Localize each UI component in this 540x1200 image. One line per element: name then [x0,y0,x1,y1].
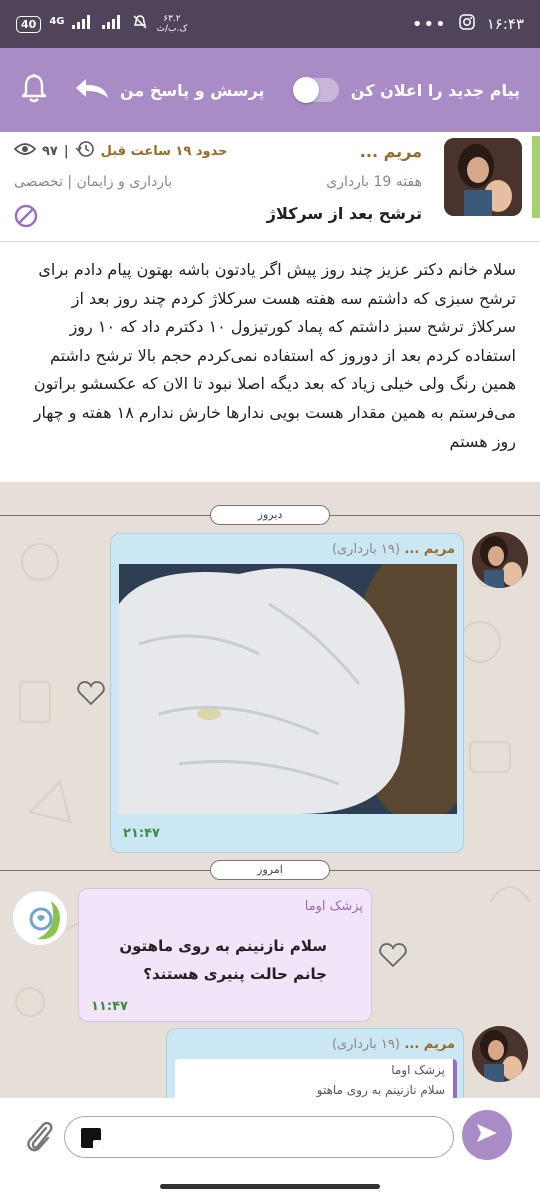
message-time: ۱۱:۴۷ [91,999,128,1014]
status-bar: 40 4G ۶۳.۲ ک.ب/ث ••• ۱۶:۴۳ [0,0,540,48]
message-time: ۲۱:۴۷ [123,826,160,841]
attach-icon[interactable] [24,1118,54,1158]
post-meta: ۹۷ | حدود ۱۹ ساعت قبل [13,140,228,162]
post-header: مریم ... هفته 19 بارداری ترشح بعد از سرک… [0,132,540,242]
top-bar: پرسش و پاسخ من پیام جدید را اعلان کن [0,48,540,132]
battery-icon: 40 [16,15,42,33]
doctor-avatar[interactable] [12,890,68,946]
network-type: 4G [49,15,65,27]
history-icon [75,140,95,162]
signal-icon [72,15,94,33]
message-bubble-text[interactable]: پزشک اوما سلام نازنینم به روی ماهتون جان… [78,888,372,1022]
send-icon [475,1122,499,1148]
signal-icon-2 [102,15,124,33]
message-bubble-image[interactable]: مریم ... (۱۹ بارداری) ۲۱:۴۷ [110,533,464,853]
like-icon[interactable] [379,942,407,972]
send-button[interactable] [462,1110,512,1160]
qa-label: پرسش و پاسخ من [120,80,265,100]
quoted-text: سلام نازنینم به روی ماهتو [316,1083,445,1097]
message-photo[interactable] [119,564,457,814]
instagram-icon [458,14,475,34]
sticker-icon[interactable] [79,1126,103,1154]
toggle-knob [292,77,319,103]
message-sender: مریم ... (۱۹ بارداری) [332,1037,455,1052]
clock: ۱۶:۴۳ [486,15,524,33]
message-text-line2: جانم حالت پنیری هستند؟ [143,965,327,983]
time-ago: حدود ۱۹ ساعت قبل [100,143,228,159]
date-yesterday: دیروز [210,505,330,525]
notify-label: پیام جدید را اعلان کن [350,80,520,100]
home-indicator [160,1184,380,1189]
sender-name: مریم ... [404,542,455,557]
accent-bar [532,136,540,218]
author-avatar[interactable] [444,138,522,216]
composer-bar [0,1098,540,1200]
qa-link[interactable]: پرسش و پاسخ من [74,77,265,103]
user-avatar[interactable] [472,1026,528,1082]
post-author[interactable]: مریم ... [360,142,422,161]
data-speed-unit: ک.ب/ث [156,24,188,34]
more-icon: ••• [411,13,447,35]
message-text-line1: سلام نازنینم به روی ماهتون [119,937,327,955]
sender-week: (۱۹ بارداری) [331,1037,400,1052]
post-body: سلام خانم دکتر عزیز چند روز پیش اگر یادت… [0,242,540,482]
message-input[interactable] [64,1116,454,1158]
data-speed: ۶۳.۲ ک.ب/ث [156,14,187,34]
quoted-message[interactable]: پزشک اوما سلام نازنینم به روی ماهتو [175,1059,457,1098]
post-week: هفته 19 بارداری [326,174,422,190]
post-title: ترشح بعد از سرکلاژ [266,204,422,223]
meta-divider: | [63,143,69,159]
user-avatar[interactable] [472,532,528,588]
quoted-sender: پزشک اوما [391,1063,445,1077]
chat-area[interactable]: دیروز مریم ... (۱۹ بارداری) ۲۱:۴۷ امروز … [0,482,540,1098]
message-bubble-reply[interactable]: مریم ... (۱۹ بارداری) پزشک اوما سلام ناز… [166,1028,464,1098]
reply-icon [74,77,110,103]
block-icon[interactable] [14,204,38,232]
views-count: ۹۷ [42,143,58,159]
bell-icon[interactable] [20,73,48,107]
post-category: بارداری و زایمان | تخصصی [14,174,173,190]
sender-week: (۱۹ بارداری) [331,542,400,557]
mute-icon [132,14,148,34]
message-sender: پزشک اوما [304,899,363,914]
eye-icon [13,142,37,160]
like-icon[interactable] [77,680,105,710]
date-today: امروز [210,860,330,880]
sender-name: مریم ... [404,1037,455,1052]
notify-toggle[interactable] [292,77,339,103]
data-speed-value: ۶۳.۲ [163,14,181,24]
message-sender: مریم ... (۱۹ بارداری) [332,542,455,557]
